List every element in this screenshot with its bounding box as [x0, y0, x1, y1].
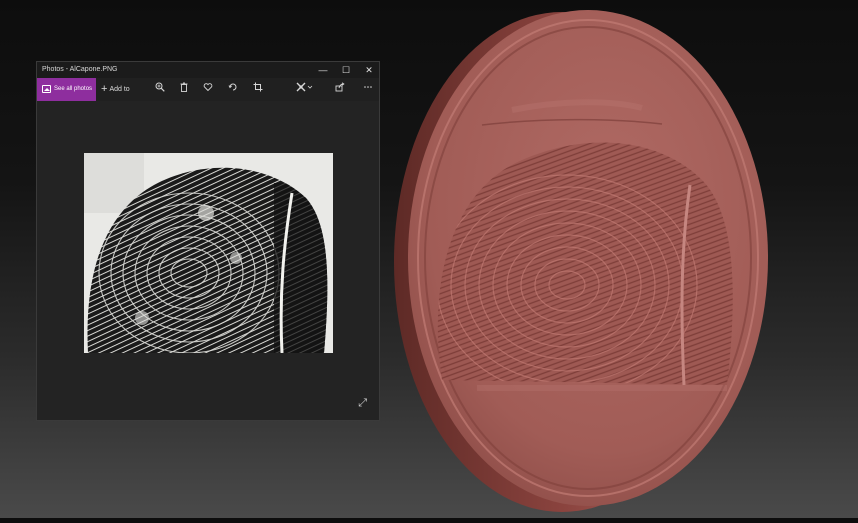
share-icon[interactable]: [333, 82, 347, 96]
photos-icon: [42, 85, 51, 93]
add-to-button[interactable]: + Add to: [101, 83, 130, 95]
add-to-label: Add to: [109, 85, 130, 93]
more-icon[interactable]: [361, 82, 375, 96]
zoom-in-icon[interactable]: [153, 82, 167, 96]
plus-icon: +: [101, 83, 108, 95]
maximize-button[interactable]: ☐: [335, 62, 357, 78]
window-title: Photos - AlCapone.PNG: [42, 66, 118, 73]
crop-icon[interactable]: [251, 82, 265, 96]
fingerprint-photo: [84, 153, 333, 353]
expand-icon[interactable]: ⤢: [358, 397, 367, 410]
fingerprint-relief-model: [392, 0, 858, 518]
close-button[interactable]: ✕: [358, 62, 380, 78]
see-all-photos-button[interactable]: See all photos: [37, 78, 96, 101]
edit-create-icon[interactable]: [295, 82, 315, 96]
delete-icon[interactable]: [177, 82, 191, 96]
minimize-button[interactable]: —: [312, 62, 334, 78]
favorite-icon[interactable]: [201, 82, 215, 96]
photos-window: Photos - AlCapone.PNG — ☐ ✕ See all phot…: [36, 61, 380, 421]
rotate-icon[interactable]: [226, 82, 240, 96]
title-bar[interactable]: Photos - AlCapone.PNG — ☐ ✕: [37, 62, 379, 78]
see-all-photos-label: See all photos: [54, 86, 93, 92]
toolbar: See all photos + Add to: [37, 78, 379, 101]
